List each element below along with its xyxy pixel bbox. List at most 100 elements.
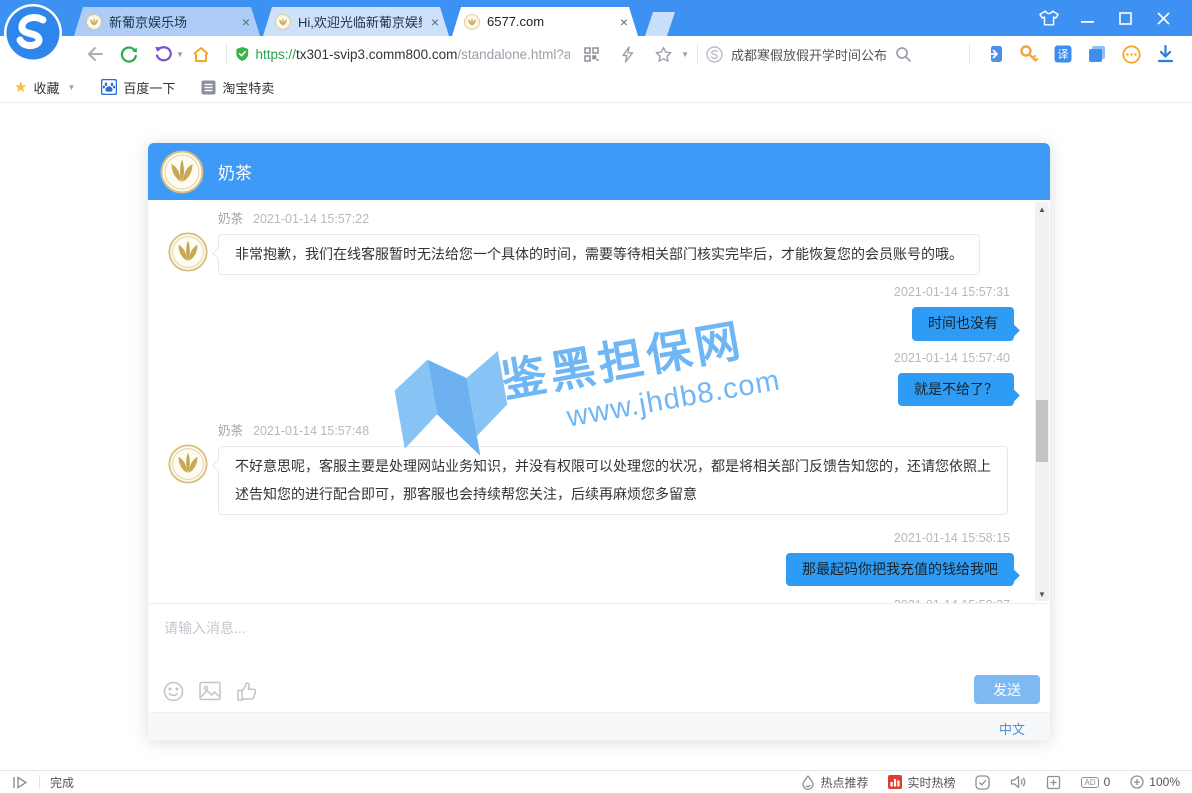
qr-code-icon[interactable]: [580, 41, 602, 67]
phone-sync-icon[interactable]: [982, 41, 1008, 67]
speaker-icon: [1010, 775, 1026, 789]
magnifier-icon[interactable]: [895, 46, 912, 63]
favorite-star-icon[interactable]: [653, 41, 675, 67]
checkmark-icon: [975, 775, 990, 790]
minimize-button[interactable]: [1068, 0, 1106, 36]
zoom-control[interactable]: 100%: [1130, 775, 1180, 789]
maximize-button[interactable]: [1106, 0, 1144, 36]
tab-strip: 新葡京娱乐场 × Hi,欢迎光临新葡京娱樂場 × 6577.com ×: [0, 0, 1192, 36]
tab-favicon-icon: [86, 14, 102, 30]
star-dropdown-caret-icon[interactable]: ▼: [681, 50, 689, 59]
taobao-doc-icon: [201, 80, 216, 95]
flash-lightning-icon[interactable]: [617, 41, 639, 67]
undo-dropdown-caret-icon[interactable]: ▼: [176, 50, 184, 59]
message-sender: 奶茶: [218, 424, 243, 438]
message-input[interactable]: [164, 618, 1004, 662]
bookmarks-bar: ★ 收藏 ▼ 百度一下 淘宝特卖: [0, 72, 1192, 103]
chat-footer: 中文: [148, 712, 1050, 740]
tab-close-icon[interactable]: ×: [618, 15, 630, 29]
sidebar-toggle-icon[interactable]: [12, 776, 29, 789]
message-bubble: 就是不给了？: [898, 373, 1014, 407]
home-icon[interactable]: [188, 41, 214, 67]
favorites-caret-icon: ▼: [67, 83, 75, 92]
message-meta: 奶茶2021-01-14 15:57:48: [218, 420, 1030, 439]
message-bubble: 不好意思呢，客服主要是处理网站业务知识，并没有权限可以处理您的状况，都是将相关部…: [218, 446, 1008, 515]
bookmark-taobao[interactable]: 淘宝特卖: [201, 78, 274, 97]
url-text[interactable]: https://tx301-svip3.comm800.com/standalo…: [255, 47, 570, 62]
theme-skin-icon[interactable]: [1030, 0, 1068, 36]
close-button[interactable]: [1144, 0, 1182, 36]
tab-title: 6577.com: [487, 14, 611, 29]
chat-message-list[interactable]: 奶茶2021-01-14 15:57:22 非常抱歉，我们在线客服暂时无法给您一…: [148, 200, 1050, 603]
image-upload-icon[interactable]: [199, 681, 221, 701]
agent-avatar: [160, 150, 204, 194]
tab-close-icon[interactable]: ×: [429, 15, 441, 29]
search-suggestion-text[interactable]: 成都寒假放假开学时间公布: [731, 45, 887, 64]
secure-shield-icon: [235, 45, 250, 63]
toolbar-separator: [226, 44, 227, 64]
browser-tab-active[interactable]: 6577.com ×: [452, 7, 638, 36]
bookmark-label: 百度一下: [123, 78, 175, 97]
chat-scrollbar[interactable]: ▲ ▼: [1035, 202, 1049, 601]
user-message: 2021-01-14 15:57:40 就是不给了？: [148, 351, 1050, 407]
zoom-level: 100%: [1149, 775, 1180, 789]
toolbar-separator: [969, 44, 970, 64]
browser-tab-2[interactable]: Hi,欢迎光临新葡京娱樂場 ×: [263, 7, 449, 36]
new-tab-button[interactable]: [645, 12, 675, 36]
message-sender: 奶茶: [218, 212, 243, 226]
screenshot-icon: [1046, 775, 1061, 790]
tab-title: 新葡京娱乐场: [109, 12, 233, 31]
ad-badge-icon: AD: [1081, 777, 1098, 788]
address-bar[interactable]: https://tx301-svip3.comm800.com/standalo…: [235, 41, 689, 67]
tab-close-icon[interactable]: ×: [240, 15, 252, 29]
sound-toggle[interactable]: [1010, 775, 1026, 789]
screenshot-tool[interactable]: [1046, 775, 1061, 790]
bookmark-baidu[interactable]: 百度一下: [101, 78, 175, 97]
language-link[interactable]: 中文: [999, 719, 1025, 738]
svg-text:译: 译: [1058, 48, 1069, 61]
send-button[interactable]: 发送: [974, 675, 1040, 704]
hot-recommend-label: 热点推荐: [820, 774, 868, 791]
hot-recommend[interactable]: 热点推荐: [801, 774, 868, 791]
message-time: 2021-01-14 15:58:15: [148, 531, 1010, 545]
scrollbar-thumb[interactable]: [1036, 400, 1048, 462]
tab-favicon-icon: [275, 14, 291, 30]
agent-avatar: [168, 444, 208, 484]
password-key-icon[interactable]: [1016, 41, 1042, 67]
undo-icon[interactable]: [150, 41, 176, 67]
download-icon[interactable]: [1152, 41, 1178, 67]
chat-header: 奶茶: [148, 143, 1050, 200]
translate-icon[interactable]: 译: [1050, 41, 1076, 67]
message-time: 2021-01-14 15:57:31: [148, 285, 1010, 299]
realtime-trending[interactable]: 实时热榜: [888, 774, 955, 791]
favorites-star-icon: ★: [14, 78, 27, 96]
zoom-plus-icon: [1130, 775, 1144, 789]
flame-icon: [801, 775, 815, 790]
scroll-up-icon[interactable]: ▲: [1035, 202, 1049, 216]
agent-message: 奶茶2021-01-14 15:57:48 不好意思呢，客服主要是处理网站业务知…: [148, 420, 1050, 515]
thumbs-up-icon[interactable]: [236, 681, 257, 702]
tab-title: Hi,欢迎光临新葡京娱樂場: [298, 12, 422, 31]
search-box[interactable]: 成都寒假放假开学时间公布: [706, 45, 961, 64]
status-bar: 完成 热点推荐 实时热榜 AD 0 100%: [0, 770, 1192, 793]
more-menu-icon[interactable]: [1118, 41, 1144, 67]
scroll-down-icon[interactable]: ▼: [1035, 587, 1049, 601]
favorites-menu[interactable]: ★ 收藏 ▼: [14, 78, 75, 97]
chat-widget: 奶茶 奶茶2021-01-14 15:57:22 非常抱歉，我们在线客服暂时无法…: [148, 143, 1050, 740]
message-bubble: 非常抱歉，我们在线客服暂时无法给您一个具体的时间，需要等待相关部门核实完毕后，才…: [218, 234, 980, 275]
pages-clipboard-icon[interactable]: [1084, 41, 1110, 67]
bookmark-label: 淘宝特卖: [222, 78, 274, 97]
realtime-trending-label: 实时热榜: [907, 774, 955, 791]
refresh-icon[interactable]: [116, 41, 142, 67]
window-controls: [1030, 0, 1182, 36]
browser-tab-1[interactable]: 新葡京娱乐场 ×: [74, 7, 260, 36]
back-icon[interactable]: [82, 41, 108, 67]
browser-window: 新葡京娱乐场 × Hi,欢迎光临新葡京娱樂場 × 6577.com ×: [0, 0, 1192, 793]
task-check[interactable]: [975, 775, 990, 790]
agent-message: 奶茶2021-01-14 15:57:22 非常抱歉，我们在线客服暂时无法给您一…: [148, 208, 1050, 275]
input-toolbar: [163, 681, 257, 702]
browser-toolbar: ▼ https://tx301-svip3.comm800.com/standa…: [0, 36, 1192, 72]
ad-blocker[interactable]: AD 0: [1081, 775, 1110, 789]
sogou-browser-logo-icon[interactable]: [3, 3, 63, 63]
emoji-icon[interactable]: [163, 681, 184, 702]
